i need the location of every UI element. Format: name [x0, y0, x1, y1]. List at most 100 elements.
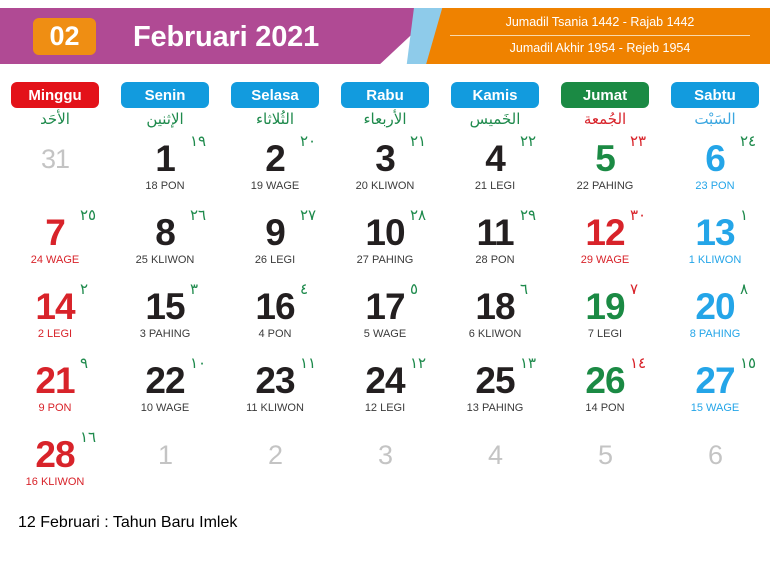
weekday-pill-minggu: Minggu: [11, 82, 99, 108]
hijri-date-number: ١٦: [80, 428, 97, 446]
date-cell[interactable]: 7 ٢٥ 24 WAGE: [0, 206, 110, 280]
date-cell[interactable]: 16 ٤ 4 PON: [220, 280, 330, 354]
javanese-pasaran-label: 4 PON: [258, 328, 292, 340]
date-number: 23: [255, 360, 295, 401]
weekday-header-row: Minggu الأحَد Senin الإثنين Selasa الثُلاثاء R…: [0, 82, 770, 128]
date-cell[interactable]: 8 ٢٦ 25 KLIWON: [110, 206, 220, 280]
date-cell[interactable]: 14 ٢ 2 LEGI: [0, 280, 110, 354]
date-cell[interactable]: 12 ٣٠ 29 WAGE: [550, 206, 660, 280]
javanese-pasaran-label: 8 PAHING: [689, 328, 741, 340]
date-cell[interactable]: 1 ١٩ 18 PON: [110, 132, 220, 206]
date-number: 7: [45, 212, 66, 253]
hijri-date-number: ٢٧: [300, 206, 317, 224]
date-cell[interactable]: 22 ١٠ 10 WAGE: [110, 354, 220, 428]
javanese-pasaran-label: 6 KLIWON: [468, 328, 522, 340]
date-number: 14: [35, 286, 75, 327]
date-number-group: 26 ١٤: [583, 354, 646, 402]
date-cell-outside[interactable]: 6: [660, 428, 770, 502]
date-number-group: 5: [583, 434, 627, 476]
date-number-group: 2: [253, 434, 297, 476]
date-number-group: 18 ٦: [473, 280, 528, 328]
date-cell[interactable]: 9 ٢٧ 26 LEGI: [220, 206, 330, 280]
date-number: 2: [265, 138, 286, 179]
date-number-group: 11 ٢٩: [473, 206, 536, 254]
date-number: 3: [375, 138, 396, 179]
date-cell[interactable]: 25 ١٣ 13 PAHING: [440, 354, 550, 428]
month-number-badge: 02: [33, 18, 96, 55]
date-cell[interactable]: 2 ٢٠ 19 WAGE: [220, 132, 330, 206]
date-number-group: 8 ٢٦: [143, 206, 206, 254]
date-cell[interactable]: 21 ٩ 9 PON: [0, 354, 110, 428]
date-number: 4: [485, 138, 506, 179]
javanese-pasaran-label: 10 WAGE: [140, 402, 190, 414]
date-cell[interactable]: 5 ٢٣ 22 PAHING: [550, 132, 660, 206]
date-number: 31: [40, 144, 70, 174]
hijri-date-number: ٢٩: [520, 206, 537, 224]
date-cell[interactable]: 23 ١١ 11 KLIWON: [220, 354, 330, 428]
date-cell-outside[interactable]: 4: [440, 428, 550, 502]
date-number-group: 23 ١١: [253, 354, 316, 402]
weekday-arabic-sabtu: السَبْت: [694, 110, 736, 128]
date-cell[interactable]: 11 ٢٩ 28 PON: [440, 206, 550, 280]
calendar-date-grid: 31 1 ١٩ 18 PON 2 ٢٠ 19 WAGE 3 ٢١ 20 KLIWON 4 ٢٢ 21 L…: [0, 132, 770, 502]
date-number: 24: [365, 360, 405, 401]
date-number-group: 16 ٤: [253, 280, 308, 328]
date-cell[interactable]: 4 ٢٢ 21 LEGI: [440, 132, 550, 206]
javanese-pasaran-label: 26 LEGI: [254, 254, 296, 266]
date-number-group: 4 ٢٢: [473, 132, 536, 180]
date-number-group: 17 ٥: [363, 280, 418, 328]
hijri-range-primary: Jumadil Tsania 1442 - Rajab 1442: [450, 13, 750, 36]
date-number-group: 28 ١٦: [33, 428, 96, 476]
date-cell-outside[interactable]: 31: [0, 132, 110, 206]
date-cell[interactable]: 24 ١٢ 12 LEGI: [330, 354, 440, 428]
date-number-group: 6 ٢٤: [693, 132, 756, 180]
weekday-column-kamis: Kamis الخَميس: [440, 82, 550, 128]
date-number: 5: [595, 138, 616, 179]
hijri-date-number: ١: [740, 206, 749, 224]
date-number-group: 4: [473, 434, 517, 476]
date-cell-outside[interactable]: 1: [110, 428, 220, 502]
date-cell[interactable]: 20 ٨ 8 PAHING: [660, 280, 770, 354]
date-number: 9: [265, 212, 286, 253]
hijri-date-number: ٢: [80, 280, 89, 298]
date-number: 12: [585, 212, 625, 253]
date-number: 27: [695, 360, 735, 401]
date-cell[interactable]: 28 ١٦ 16 KLIWON: [0, 428, 110, 502]
weekday-pill-sabtu: Sabtu: [671, 82, 759, 108]
weekday-arabic-rabu: الأربعاء: [363, 110, 407, 128]
date-cell-outside[interactable]: 2: [220, 428, 330, 502]
hijri-date-number: ٧: [630, 280, 639, 298]
javanese-pasaran-label: 7 LEGI: [587, 328, 623, 340]
date-cell-outside[interactable]: 3: [330, 428, 440, 502]
date-cell[interactable]: 27 ١٥ 15 WAGE: [660, 354, 770, 428]
date-cell[interactable]: 26 ١٤ 14 PON: [550, 354, 660, 428]
date-cell[interactable]: 13 ١ 1 KLIWON: [660, 206, 770, 280]
javanese-pasaran-label: 23 PON: [695, 180, 735, 192]
javanese-pasaran-label: 1 KLIWON: [688, 254, 742, 266]
date-number: 2: [267, 440, 283, 470]
javanese-pasaran-label: 25 KLIWON: [135, 254, 195, 266]
date-cell[interactable]: 17 ٥ 5 WAGE: [330, 280, 440, 354]
javanese-pasaran-label: 5 WAGE: [363, 328, 407, 340]
weekday-pill-senin: Senin: [121, 82, 209, 108]
date-number-group: 6: [693, 434, 737, 476]
holiday-note: 12 Februari : Tahun Baru Imlek: [18, 514, 238, 531]
date-cell[interactable]: 19 ٧ 7 LEGI: [550, 280, 660, 354]
date-number-group: 15 ٣: [143, 280, 198, 328]
javanese-pasaran-label: 15 WAGE: [690, 402, 740, 414]
javanese-pasaran-label: 2 LEGI: [37, 328, 73, 340]
date-cell-outside[interactable]: 5: [550, 428, 660, 502]
hijri-date-number: ٦: [520, 280, 529, 298]
date-cell[interactable]: 3 ٢١ 20 KLIWON: [330, 132, 440, 206]
date-number: 1: [157, 440, 173, 470]
javanese-pasaran-label: 19 WAGE: [250, 180, 300, 192]
hijri-date-number: ٢٤: [740, 132, 757, 150]
date-cell[interactable]: 10 ٢٨ 27 PAHING: [330, 206, 440, 280]
date-cell[interactable]: 6 ٢٤ 23 PON: [660, 132, 770, 206]
weekday-column-selasa: Selasa الثُلاثاء: [220, 82, 330, 128]
date-cell[interactable]: 15 ٣ 3 PAHING: [110, 280, 220, 354]
weekday-column-minggu: Minggu الأحَد: [0, 82, 110, 128]
date-cell[interactable]: 18 ٦ 6 KLIWON: [440, 280, 550, 354]
hijri-date-number: ٩: [80, 354, 89, 372]
date-number-group: 10 ٢٨: [363, 206, 426, 254]
